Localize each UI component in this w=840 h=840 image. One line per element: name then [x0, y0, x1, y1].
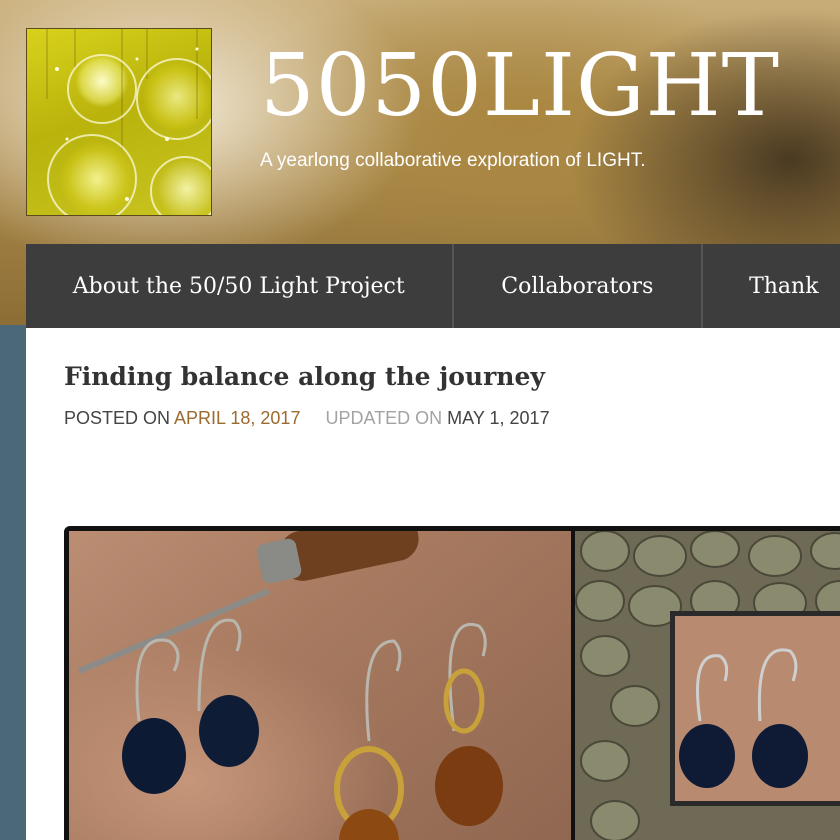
pyrite-stones-photo — [575, 531, 840, 840]
glass-orbs-image — [46, 29, 211, 215]
posted-label: POSTED ON — [64, 408, 171, 428]
earrings-on-bench-photo — [69, 531, 571, 840]
updated-date: MAY 1, 2017 — [447, 408, 550, 428]
post-content: Finding balance along the journey POSTED… — [26, 328, 840, 840]
updated-label: UPDATED ON — [325, 408, 443, 428]
post-meta: POSTED ON APRIL 18, 2017 UPDATED ON MAY … — [64, 408, 550, 429]
site-tagline: A yearlong collaborative exploration of … — [260, 150, 646, 171]
side-strip — [0, 325, 26, 840]
nav-item-about[interactable]: About the 50/50 Light Project — [26, 244, 454, 328]
post-title[interactable]: Finding balance along the journey — [64, 362, 545, 391]
nav-item-thanks[interactable]: Thank — [703, 244, 840, 328]
site-logo[interactable] — [26, 28, 212, 216]
featured-image[interactable] — [64, 526, 840, 840]
main-navigation: About the 50/50 Light Project Collaborat… — [26, 244, 840, 328]
posted-date-link[interactable]: APRIL 18, 2017 — [174, 408, 300, 428]
site-title[interactable]: 5050LIGHT — [260, 36, 780, 136]
nav-item-collaborators[interactable]: Collaborators — [454, 244, 704, 328]
